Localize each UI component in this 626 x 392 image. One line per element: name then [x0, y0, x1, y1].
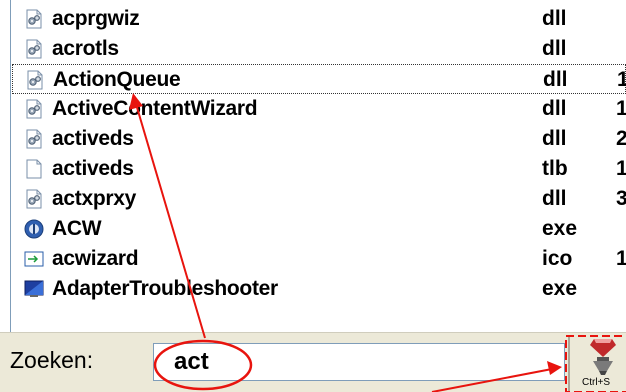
file-name: ACW: [52, 217, 102, 240]
search-label: Zoeken:: [10, 347, 94, 373]
file-row[interactable]: actxprxy dll 3: [12, 184, 626, 214]
file-list[interactable]: acprgwiz dll acrotls dll ActionQueue dll 1 Acti…: [0, 0, 626, 332]
file-row[interactable]: acrotls dll: [12, 34, 626, 64]
dll-file-icon: [24, 39, 44, 59]
search-input[interactable]: [153, 343, 565, 381]
file-row[interactable]: activeds dll 2: [12, 124, 626, 154]
dll-file-icon: [24, 9, 44, 29]
file-row[interactable]: ACW exe: [12, 214, 626, 244]
file-extension: exe: [542, 277, 578, 300]
dll-file-icon: [24, 189, 44, 209]
file-row[interactable]: AdapterTroubleshooter exe: [12, 274, 626, 304]
file-name: AdapterTroubleshooter: [52, 277, 278, 300]
file-name: acwizard: [52, 247, 139, 270]
shortcut-label: Ctrl+S: [582, 377, 611, 388]
file-row[interactable]: acwizard ico 1: [12, 244, 626, 274]
acw-app-icon: [24, 219, 44, 239]
file-name: actxprxy: [52, 187, 136, 210]
search-tool-icon: [590, 339, 616, 375]
file-detail: 2: [616, 127, 626, 150]
toolbar-separator: [568, 335, 570, 391]
file-extension: ico: [542, 247, 573, 270]
file-detail: 1: [616, 247, 626, 270]
search-bar: Zoeken: Ctrl+S: [0, 332, 626, 392]
file-name: ActionQueue: [53, 68, 181, 91]
file-extension: dll: [542, 187, 567, 210]
file-extension: dll: [542, 37, 567, 60]
file-detail: 1: [616, 157, 626, 180]
file-detail: 1: [617, 68, 626, 91]
file-detail: 3: [616, 187, 626, 210]
file-extension: tlb: [542, 157, 568, 180]
file-row[interactable]: acprgwiz dll: [12, 4, 626, 34]
adapter-app-icon: [24, 279, 44, 299]
file-extension: exe: [542, 217, 578, 240]
file-name: activeds: [52, 127, 134, 150]
list-left-border: [10, 0, 11, 332]
file-row[interactable]: ActionQueue dll 1: [12, 64, 626, 94]
file-extension: dll: [542, 97, 567, 120]
file-row[interactable]: ActiveContentWizard dll 1.4: [12, 94, 626, 124]
dll-file-icon: [24, 99, 44, 119]
dll-file-icon: [24, 129, 44, 149]
file-extension: dll: [542, 7, 567, 30]
dll-file-icon: [25, 70, 45, 90]
file-name: ActiveContentWizard: [52, 97, 258, 120]
acwizard-ico-icon: [24, 249, 44, 269]
file-extension: dll: [543, 68, 568, 91]
tlb-file-icon: [24, 159, 44, 179]
app-screen: acprgwiz dll acrotls dll ActionQueue dll 1 Acti…: [0, 0, 626, 392]
file-extension: dll: [542, 127, 567, 150]
file-name: activeds: [52, 157, 134, 180]
file-name: acrotls: [52, 37, 119, 60]
file-row[interactable]: activeds tlb 1: [12, 154, 626, 184]
file-name: acprgwiz: [52, 7, 140, 30]
file-detail: 1.4: [616, 97, 626, 120]
